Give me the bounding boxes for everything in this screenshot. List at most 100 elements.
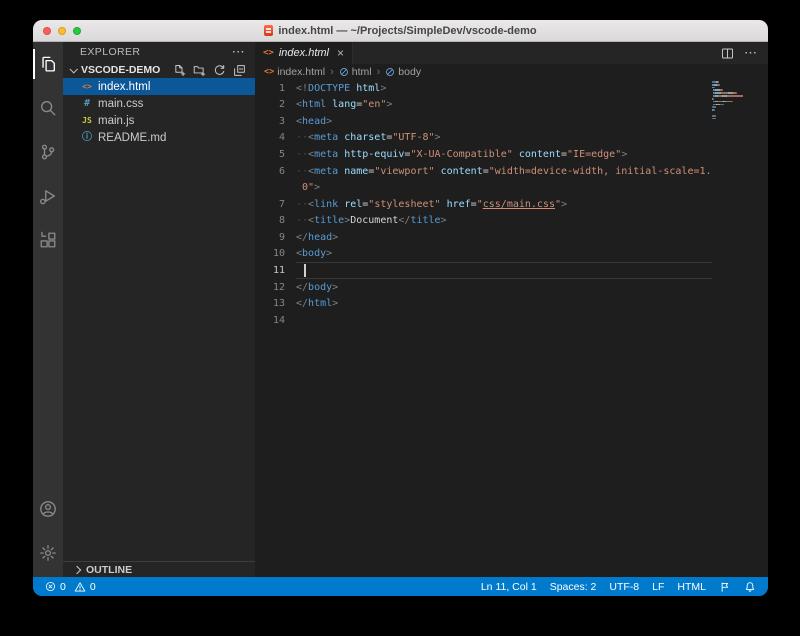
line-number[interactable]: 8 xyxy=(255,215,296,226)
breadcrumb-label: body xyxy=(398,66,421,78)
activity-extensions-icon[interactable] xyxy=(33,218,63,262)
activity-bar xyxy=(33,42,63,577)
code-line-9[interactable]: 9</head> xyxy=(255,229,768,246)
folder-name: VSCODE-DEMO xyxy=(81,64,160,76)
activity-account-icon[interactable] xyxy=(33,487,63,531)
notifications-bell-icon[interactable] xyxy=(744,581,756,593)
line-number[interactable]: 5 xyxy=(255,149,296,160)
breadcrumb-label: index.html xyxy=(277,66,325,78)
line-number[interactable]: 4 xyxy=(255,132,296,143)
file-item-index.html[interactable]: <> index.html xyxy=(63,78,255,95)
warning-icon xyxy=(74,581,86,593)
new-folder-icon[interactable] xyxy=(193,64,206,77)
code-text: ··<meta charset="UTF-8"> xyxy=(296,132,441,143)
file-item-main.js[interactable]: JSmain.js xyxy=(63,112,255,129)
window-title-area: index.html — ~/Projects/SimpleDev/vscode… xyxy=(33,25,768,37)
indentation-status[interactable]: Spaces: 2 xyxy=(550,581,597,593)
line-number[interactable]: 10 xyxy=(255,248,296,259)
explorer-sidebar: EXPLORER ⋯ VSCODE-DEMO <>index.html#main… xyxy=(63,42,255,577)
code-line-1[interactable]: 1<!DOCTYPE html> xyxy=(255,80,768,97)
activity-settings-icon[interactable] xyxy=(33,531,63,575)
code-area[interactable]: 1<!DOCTYPE html>2<html lang="en">3<head>… xyxy=(255,79,768,577)
status-bar: 0 0 Ln 11, Col 1 Spaces: 2 UTF-8 LF HTML xyxy=(33,577,768,596)
code-text: ··<title>Document</title> xyxy=(296,215,447,226)
text-cursor xyxy=(304,264,306,277)
line-number[interactable]: 9 xyxy=(255,232,296,243)
line-number[interactable]: 7 xyxy=(255,199,296,210)
breadcrumb-separator-icon: › xyxy=(377,66,381,78)
minimap[interactable] xyxy=(712,81,746,123)
close-window-button[interactable] xyxy=(43,27,51,35)
feedback-icon[interactable] xyxy=(719,581,731,593)
code-file-icon: <> xyxy=(264,67,274,77)
code-line-6[interactable]: 6··<meta name="viewport" content="width=… xyxy=(255,163,768,180)
breadcrumb-item-html[interactable]: html xyxy=(339,66,372,78)
tab-close-icon[interactable]: × xyxy=(337,47,344,59)
code-line-13[interactable]: 13</html> xyxy=(255,295,768,312)
eol-status[interactable]: LF xyxy=(652,581,664,593)
line-number[interactable]: 11 xyxy=(255,265,296,276)
error-count: 0 xyxy=(60,581,66,593)
macos-titlebar[interactable]: index.html — ~/Projects/SimpleDev/vscode… xyxy=(33,20,768,42)
document-icon xyxy=(264,25,273,36)
line-number[interactable]: 13 xyxy=(255,298,296,309)
problems-status[interactable]: 0 0 xyxy=(45,581,96,593)
breadcrumb: <>index.html›html›body xyxy=(255,64,768,79)
symbol-icon xyxy=(339,67,349,77)
md-file-icon: ⓘ xyxy=(81,133,93,143)
code-line-2[interactable]: 2<html lang="en"> xyxy=(255,97,768,114)
breadcrumb-item-body[interactable]: body xyxy=(385,66,421,78)
tab-index-html[interactable]: <> index.html × xyxy=(255,42,353,64)
file-item-README.md[interactable]: ⓘ README.md xyxy=(63,129,255,146)
file-label: index.html xyxy=(98,81,150,93)
minimize-window-button[interactable] xyxy=(58,27,66,35)
symbol-icon xyxy=(385,67,395,77)
outline-label: OUTLINE xyxy=(86,564,132,576)
code-text: <head> xyxy=(296,116,332,127)
code-line-wrap[interactable]: 0"> xyxy=(255,179,768,196)
code-line-12[interactable]: 12</body> xyxy=(255,279,768,296)
line-number[interactable]: 6 xyxy=(255,166,296,177)
code-line-8[interactable]: 8··<title>Document</title> xyxy=(255,213,768,230)
activity-search-icon[interactable] xyxy=(33,86,63,130)
line-number[interactable]: 12 xyxy=(255,282,296,293)
cursor-position-status[interactable]: Ln 11, Col 1 xyxy=(481,581,537,593)
code-line-14[interactable]: 14 xyxy=(255,312,768,329)
activity-source-control-icon[interactable] xyxy=(33,130,63,174)
collapse-all-icon[interactable] xyxy=(233,64,246,77)
code-line-10[interactable]: 10<body> xyxy=(255,246,768,263)
breadcrumb-item-index.html[interactable]: <>index.html xyxy=(264,66,325,78)
outline-section-header[interactable]: OUTLINE xyxy=(63,561,255,577)
file-label: main.js xyxy=(98,115,134,127)
line-number[interactable]: 2 xyxy=(255,99,296,110)
explorer-actions xyxy=(173,64,255,77)
html-file-icon: <> xyxy=(81,83,93,91)
breadcrumb-label: html xyxy=(352,66,372,78)
line-number[interactable]: 3 xyxy=(255,116,296,127)
code-line-3[interactable]: 3<head> xyxy=(255,113,768,130)
refresh-icon[interactable] xyxy=(213,64,226,77)
code-line-5[interactable]: 5··<meta http-equiv="X-UA-Compatible" co… xyxy=(255,146,768,163)
code-text: <html lang="en"> xyxy=(296,99,392,110)
split-editor-icon[interactable] xyxy=(721,47,734,60)
activity-run-debug-icon[interactable] xyxy=(33,174,63,218)
maximize-window-button[interactable] xyxy=(73,27,81,35)
code-text: 0"> xyxy=(296,182,320,193)
code-line-4[interactable]: 4··<meta charset="UTF-8"> xyxy=(255,130,768,147)
code-text: ··<meta name="viewport" content="width=d… xyxy=(296,166,712,177)
file-item-main.css[interactable]: #main.css xyxy=(63,95,255,112)
line-number[interactable]: 14 xyxy=(255,315,296,326)
activity-explorer-icon[interactable] xyxy=(33,42,63,86)
folder-section-header[interactable]: VSCODE-DEMO xyxy=(63,62,255,78)
current-line-highlight xyxy=(296,262,712,279)
language-mode-status[interactable]: HTML xyxy=(677,581,706,593)
code-line-11[interactable]: 11 xyxy=(255,262,768,279)
line-number[interactable]: 1 xyxy=(255,83,296,94)
code-text: <!DOCTYPE html> xyxy=(296,83,386,94)
file-label: README.md xyxy=(98,132,166,144)
code-line-7[interactable]: 7··<link rel="stylesheet" href="css/main… xyxy=(255,196,768,213)
encoding-status[interactable]: UTF-8 xyxy=(609,581,639,593)
sidebar-title: EXPLORER xyxy=(80,46,140,58)
css-file-icon: # xyxy=(81,99,93,109)
new-file-icon[interactable] xyxy=(173,64,186,77)
